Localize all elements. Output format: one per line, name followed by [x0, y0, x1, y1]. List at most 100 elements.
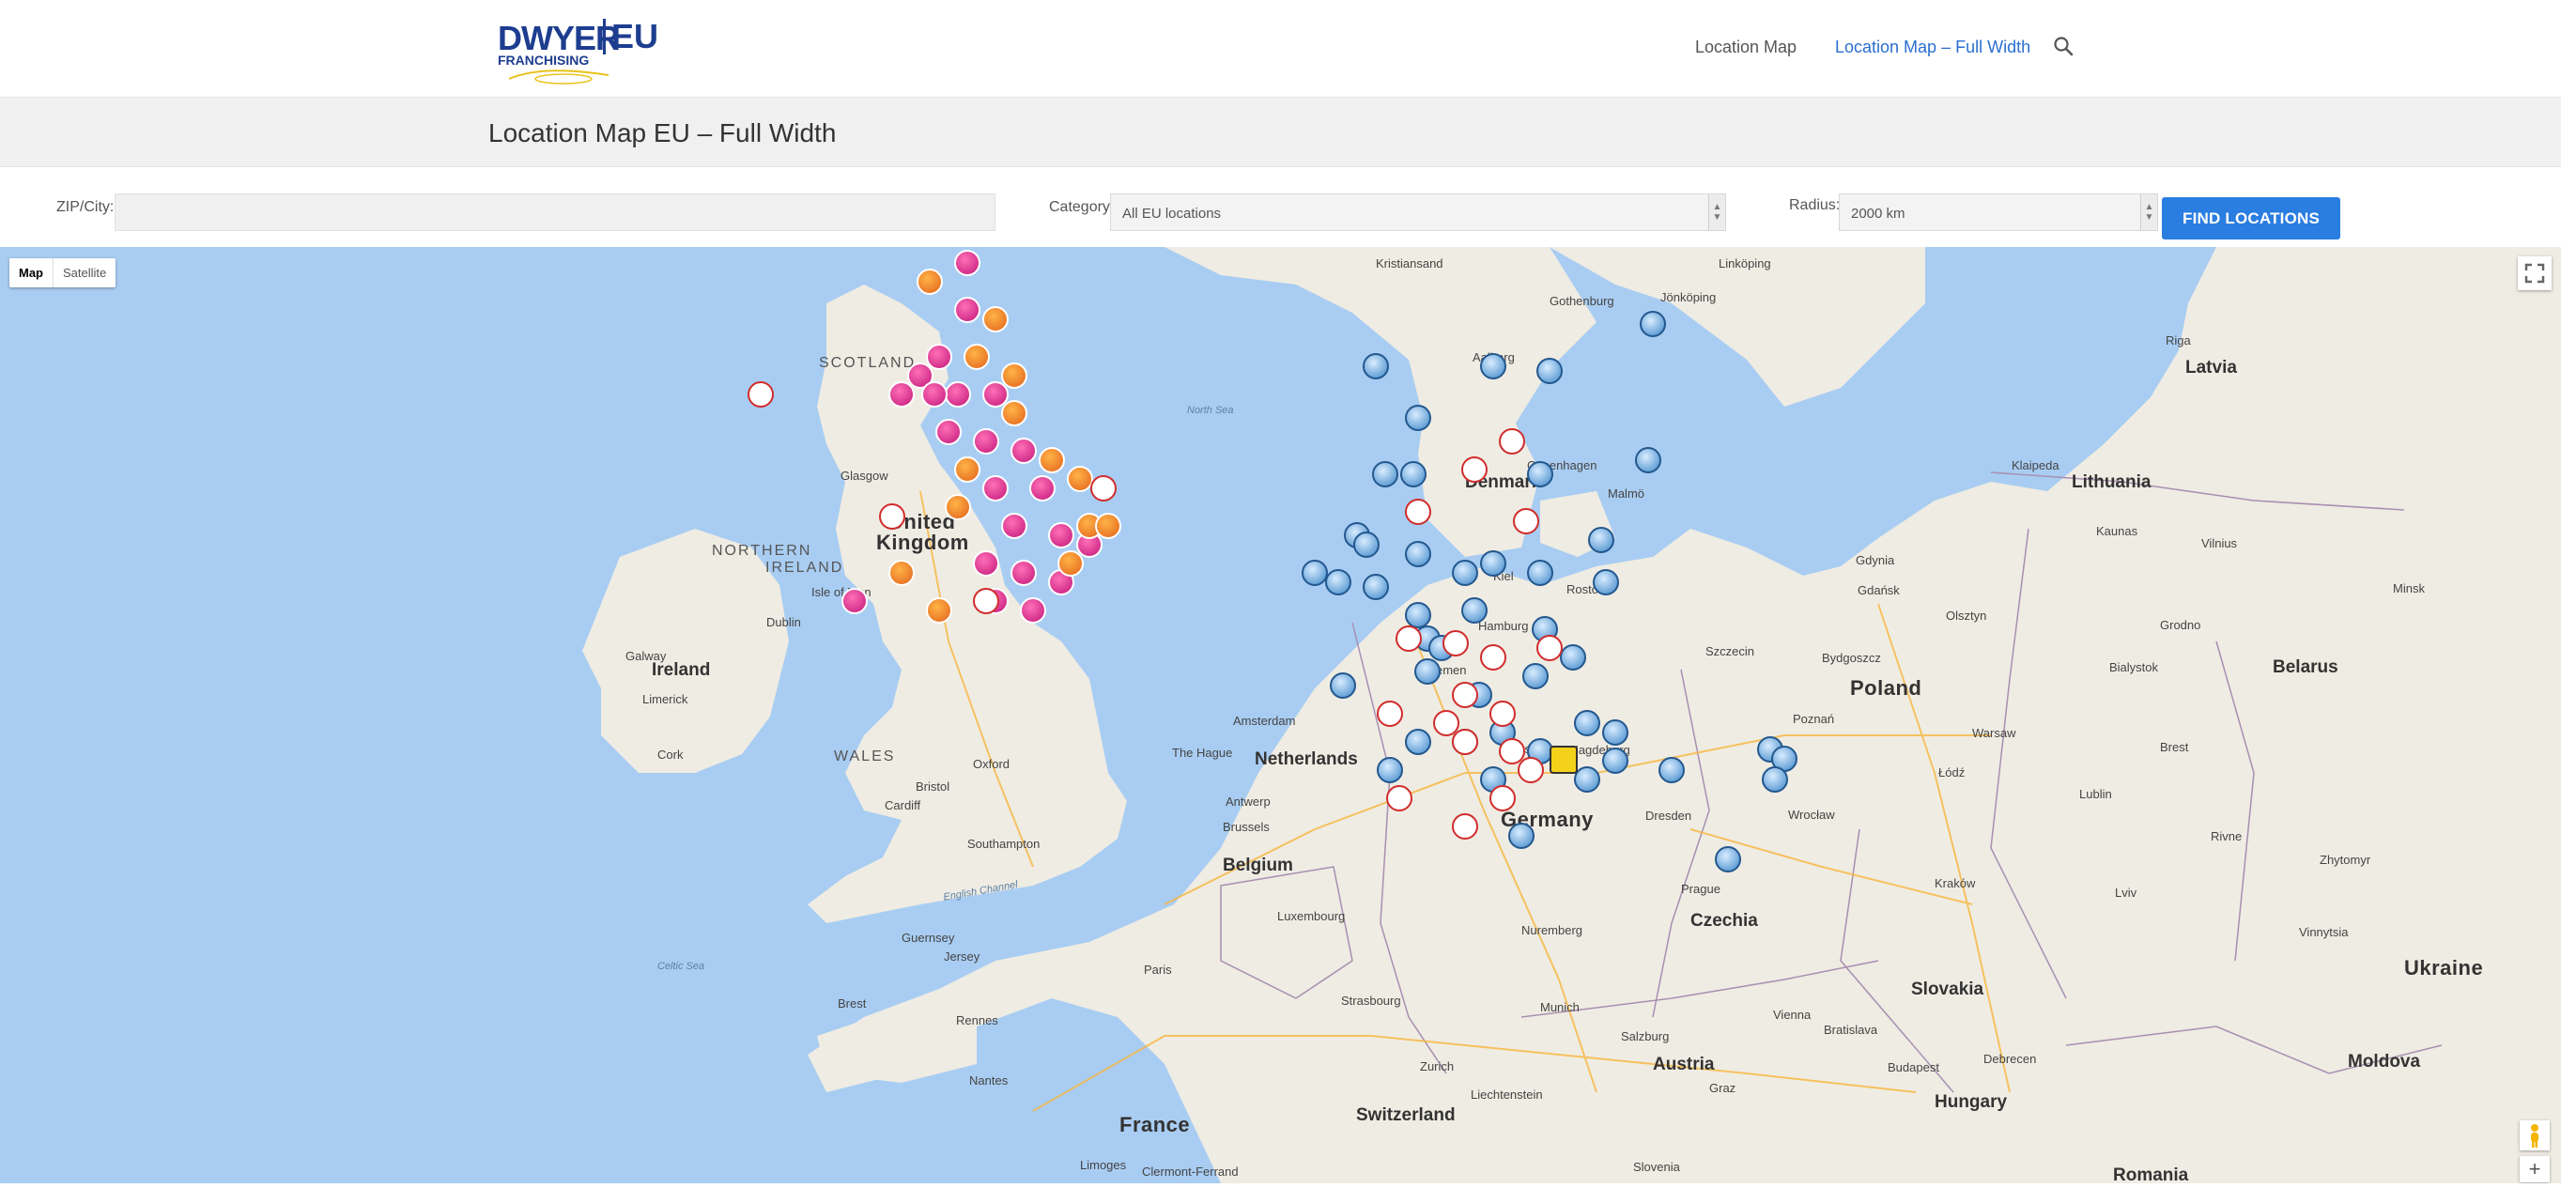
location-marker[interactable]: [1522, 663, 1549, 689]
location-marker[interactable]: [1442, 630, 1469, 656]
zoom-in-button[interactable]: +: [2520, 1156, 2550, 1182]
location-marker[interactable]: [1353, 532, 1380, 558]
location-marker[interactable]: [973, 588, 999, 614]
location-marker[interactable]: [973, 428, 999, 455]
location-marker[interactable]: [1536, 635, 1563, 661]
location-marker[interactable]: [1302, 560, 1328, 586]
location-marker[interactable]: [1499, 428, 1525, 455]
radius-select[interactable]: 2000 km ▲ ▼: [1839, 193, 2158, 231]
location-marker[interactable]: [1039, 447, 1065, 473]
location-marker[interactable]: [1452, 560, 1478, 586]
location-marker[interactable]: [1452, 729, 1478, 755]
fullscreen-button[interactable]: [2518, 256, 2552, 290]
location-marker[interactable]: [748, 381, 774, 408]
location-marker[interactable]: [926, 597, 952, 624]
location-marker[interactable]: [1010, 560, 1037, 586]
location-marker[interactable]: [1489, 701, 1516, 727]
location-marker[interactable]: [921, 381, 948, 408]
map-type-satellite-button[interactable]: Satellite: [53, 258, 116, 287]
location-marker[interactable]: [1372, 461, 1398, 487]
location-marker[interactable]: [1640, 311, 1666, 337]
nav-location-map-full-width[interactable]: Location Map – Full Width: [1835, 38, 2030, 57]
location-marker[interactable]: [982, 475, 1009, 501]
location-marker[interactable]: [1010, 438, 1037, 464]
location-marker[interactable]: [917, 269, 943, 295]
location-marker[interactable]: [1461, 597, 1488, 624]
location-marker[interactable]: [1658, 757, 1685, 783]
dwyer-franchising-eu-logo[interactable]: DWYER EU FRANCHISING: [498, 13, 658, 85]
location-marker[interactable]: [973, 550, 999, 577]
location-marker[interactable]: [1602, 719, 1628, 746]
location-marker[interactable]: [1405, 729, 1431, 755]
location-marker[interactable]: [1363, 353, 1389, 379]
zip-city-input[interactable]: [115, 193, 995, 231]
location-marker[interactable]: [1405, 405, 1431, 431]
location-marker[interactable]: [1593, 569, 1619, 595]
location-marker[interactable]: [1536, 358, 1563, 384]
location-marker[interactable]: [1452, 813, 1478, 840]
location-marker[interactable]: [1396, 625, 1422, 652]
location-marker[interactable]: [1414, 658, 1441, 685]
location-marker[interactable]: [1715, 846, 1741, 872]
map-type-map-button[interactable]: Map: [9, 258, 53, 287]
location-marker[interactable]: [1029, 475, 1056, 501]
location-marker[interactable]: [1400, 461, 1427, 487]
location-marker[interactable]: [1405, 499, 1431, 525]
map-label-southampton: Southampton: [967, 837, 1041, 851]
search-icon[interactable]: [2053, 36, 2074, 56]
location-marker[interactable]: [935, 419, 962, 445]
category-select[interactable]: All EU locations ▲ ▼: [1110, 193, 1726, 231]
location-marker[interactable]: [1067, 466, 1093, 492]
location-marker[interactable]: [1602, 748, 1628, 774]
location-marker[interactable]: [1001, 363, 1027, 389]
location-marker[interactable]: [1574, 710, 1600, 736]
street-view-pegman[interactable]: [2520, 1120, 2550, 1150]
location-marker[interactable]: [1090, 475, 1117, 501]
find-locations-button[interactable]: FIND LOCATIONS: [2162, 197, 2340, 239]
location-marker[interactable]: [1048, 522, 1074, 548]
location-marker[interactable]: [1001, 400, 1027, 426]
location-marker[interactable]: [964, 344, 990, 370]
location-marker[interactable]: [888, 560, 915, 586]
location-marker[interactable]: [1762, 766, 1788, 793]
location-marker[interactable]: [1377, 701, 1403, 727]
location-marker[interactable]: [954, 297, 980, 323]
location-marker[interactable]: [1527, 560, 1553, 586]
location-marker[interactable]: [1508, 823, 1535, 849]
home-location-marker[interactable]: [1550, 746, 1578, 774]
location-marker[interactable]: [945, 494, 971, 520]
location-marker[interactable]: [1635, 447, 1661, 473]
location-marker[interactable]: [1480, 353, 1506, 379]
location-marker[interactable]: [1452, 682, 1478, 708]
location-marker[interactable]: [1325, 569, 1351, 595]
location-marker[interactable]: [888, 381, 915, 408]
location-marker[interactable]: [1405, 602, 1431, 628]
location-marker[interactable]: [1330, 672, 1356, 699]
location-marker[interactable]: [1588, 527, 1614, 553]
location-marker[interactable]: [1489, 785, 1516, 811]
location-marker[interactable]: [1095, 513, 1121, 539]
location-marker[interactable]: [1518, 757, 1544, 783]
nav-location-map[interactable]: Location Map: [1695, 38, 1797, 57]
location-marker[interactable]: [954, 250, 980, 276]
location-marker[interactable]: [1574, 766, 1600, 793]
location-marker[interactable]: [1560, 644, 1586, 671]
location-marker[interactable]: [879, 503, 905, 530]
location-marker[interactable]: [841, 588, 868, 614]
location-marker[interactable]: [954, 456, 980, 483]
location-marker[interactable]: [1377, 757, 1403, 783]
location-marker[interactable]: [1480, 644, 1506, 671]
location-marker[interactable]: [945, 381, 971, 408]
location-marker[interactable]: [1405, 541, 1431, 567]
location-marker[interactable]: [1527, 461, 1553, 487]
location-marker[interactable]: [1386, 785, 1412, 811]
location-marker[interactable]: [1057, 550, 1084, 577]
location-marker[interactable]: [1020, 597, 1046, 624]
location-marker[interactable]: [1461, 456, 1488, 483]
location-map[interactable]: SCOTLAND United Kingdom NORTHERN IRELAND…: [0, 247, 2561, 1183]
location-marker[interactable]: [1363, 574, 1389, 600]
location-marker[interactable]: [1480, 550, 1506, 577]
location-marker[interactable]: [982, 306, 1009, 332]
location-marker[interactable]: [1001, 513, 1027, 539]
location-marker[interactable]: [1513, 508, 1539, 534]
